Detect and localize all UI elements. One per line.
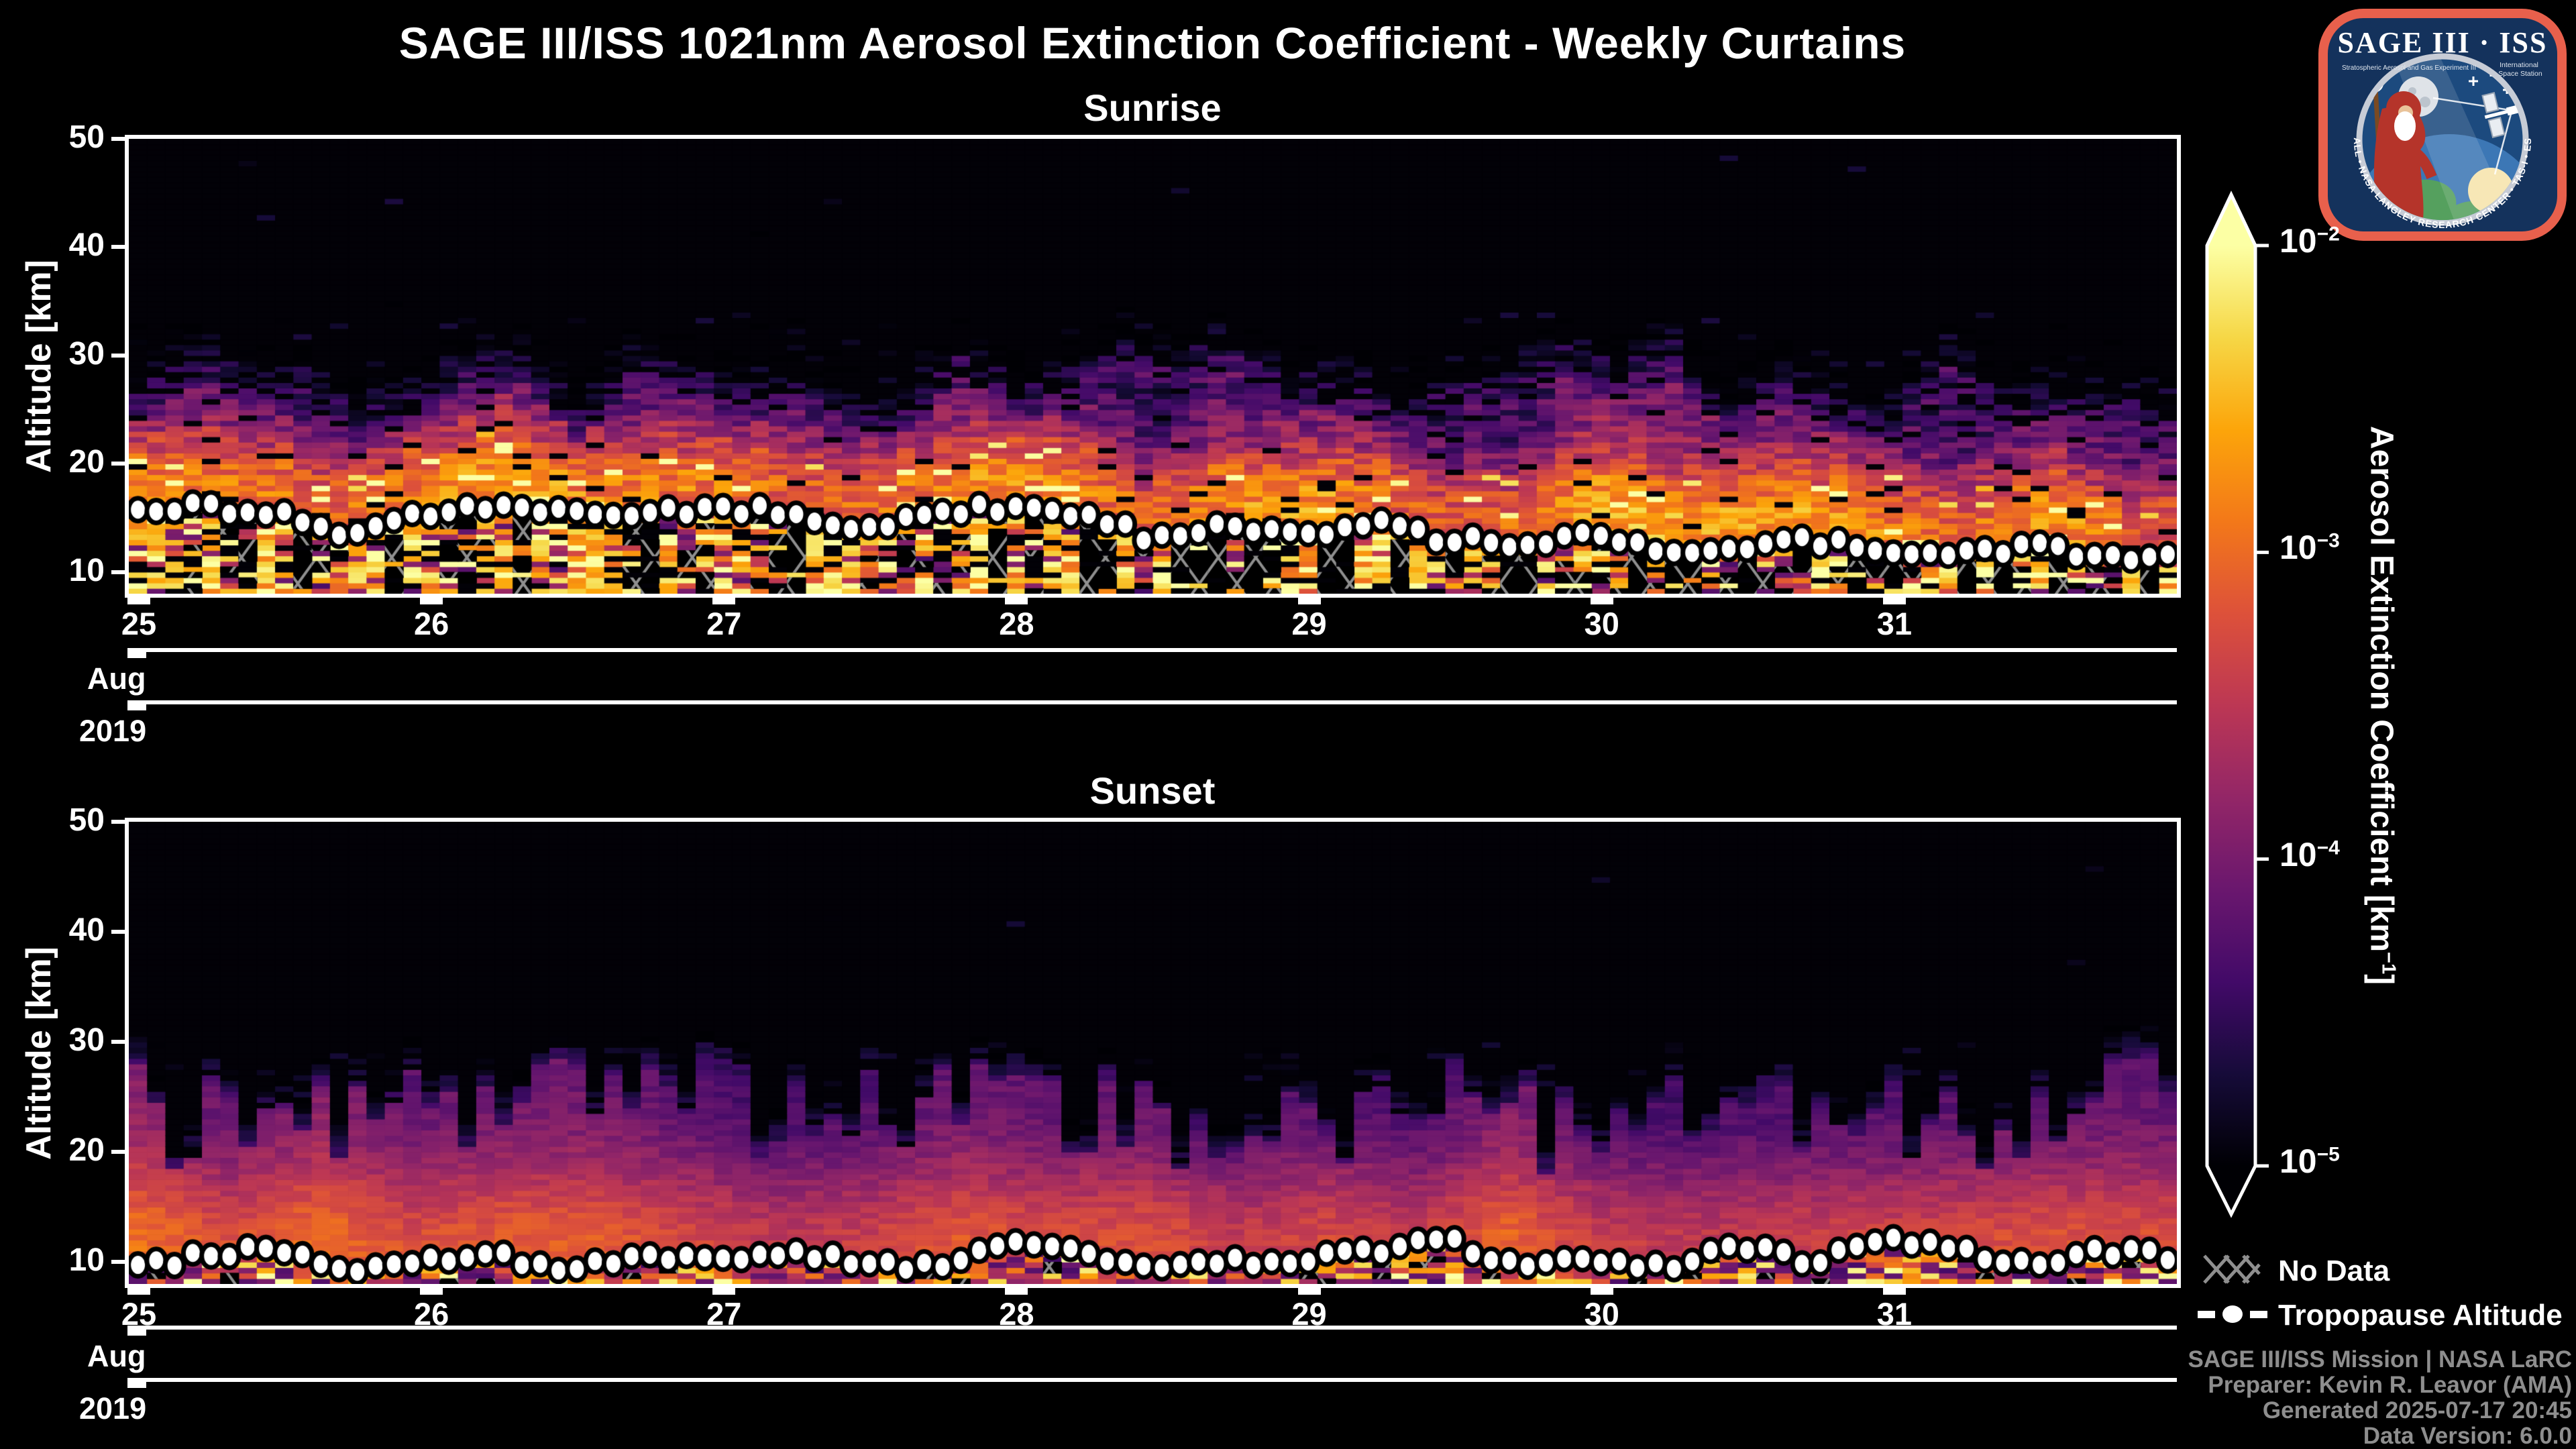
axis-tick-label: 50 xyxy=(68,802,105,838)
attribution-line: Preparer: Kevin R. Leavor (AMA) xyxy=(2208,1372,2572,1398)
legend-tropopause-label: Tropopause Altitude xyxy=(2278,1299,2563,1332)
axis-tick-mark xyxy=(1882,596,1906,604)
axis-tick-label: 31 xyxy=(1876,1296,1912,1332)
no-data-hatch-icon xyxy=(2203,1254,2261,1284)
axis-tick-mark xyxy=(1882,1286,1906,1295)
axis-tick-mark xyxy=(1590,596,1613,604)
year-axis-line-sunrise xyxy=(131,700,2177,704)
axis-tick-label: 40 xyxy=(68,227,105,264)
axis-tick-mark xyxy=(111,570,126,574)
attribution-line: SAGE III/ISS Mission | NASA LaRC xyxy=(2188,1346,2572,1373)
axis-tick-mark xyxy=(111,930,126,934)
month-axis-tick-sunrise xyxy=(127,648,146,658)
logo-subtitle-left: Stratospheric Aerosol and Gas Experiment… xyxy=(2342,64,2476,72)
colorbar-tick-label: 10−2 xyxy=(2279,222,2340,260)
attribution-line: Data Version: 6.0.0 xyxy=(2363,1423,2572,1449)
colorbar-tick-label: 10−3 xyxy=(2279,529,2340,567)
logo-title: SAGE III · ISS xyxy=(2338,26,2548,59)
axis-tick-mark xyxy=(111,245,126,250)
axis-tick-mark xyxy=(1297,596,1321,604)
axis-tick-mark xyxy=(127,1286,150,1295)
axis-tick-label: 20 xyxy=(68,444,105,480)
axis-tick-mark xyxy=(111,1260,126,1265)
axis-tick-label: 10 xyxy=(68,552,105,588)
panel-title-sunset: Sunset xyxy=(1089,769,1216,812)
attribution-line: Generated 2025-07-17 20:45 xyxy=(2262,1397,2572,1424)
axis-tick-mark xyxy=(111,1150,126,1155)
figure-root: SAGE III/ISS 1021nm Aerosol Extinction C… xyxy=(0,0,2576,1449)
axis-tick-mark xyxy=(420,596,443,604)
axis-tick-mark xyxy=(111,820,126,824)
tropopause-line-icon xyxy=(2198,1305,2267,1323)
colorbar-ticks xyxy=(2255,244,2269,1168)
axis-tick-label: 26 xyxy=(414,1296,449,1332)
axis-tick-mark xyxy=(111,137,126,141)
axis-tick-mark xyxy=(111,353,126,358)
axis-tick-label: 10 xyxy=(68,1242,105,1279)
logo-wizard-beard xyxy=(2394,111,2416,141)
axis-tick-mark xyxy=(1005,596,1028,604)
logo-subtitle-right2: Space Station xyxy=(2498,70,2542,78)
axis-tick-label: 30 xyxy=(1584,1296,1619,1332)
year-axis-tick-sunrise xyxy=(127,700,146,710)
axis-tick-label: 50 xyxy=(68,119,105,155)
colorbar-tick-label: 10−4 xyxy=(2279,835,2340,873)
axis-tick-mark xyxy=(1297,1286,1321,1295)
axis-tick-label: 26 xyxy=(414,606,449,641)
logo-subtitle-right1: International xyxy=(2500,61,2538,69)
axis-tick-mark xyxy=(127,596,150,604)
panel-title-sunrise: Sunrise xyxy=(1083,87,1222,129)
month-axis-line-sunrise xyxy=(131,648,2177,652)
month-label-sunset: Aug xyxy=(87,1339,146,1373)
colorbar-tick-label: 10−5 xyxy=(2279,1142,2340,1180)
axis-tick-label: 25 xyxy=(121,606,157,641)
axis-tick-label: 28 xyxy=(999,1296,1034,1332)
axis-tick-mark xyxy=(1005,1286,1028,1295)
axis-tick-mark xyxy=(111,462,126,466)
axis-tick-label: 31 xyxy=(1876,606,1912,641)
axis-tick-mark xyxy=(111,1040,126,1044)
year-axis-tick-sunset xyxy=(127,1378,146,1388)
axis-tick-mark xyxy=(1590,1286,1613,1295)
axis-tick-label: 30 xyxy=(68,335,105,372)
attribution-block: SAGE III/ISS Mission | NASA LaRC Prepare… xyxy=(1610,1347,2572,1449)
colorbar-gradient-arrow xyxy=(2205,191,2257,1218)
axis-tick-label: 29 xyxy=(1291,1296,1327,1332)
axis-tick-label: 29 xyxy=(1291,606,1327,641)
axis-tick-label: 27 xyxy=(706,606,742,641)
sunset-heatmap-canvas xyxy=(129,822,2177,1284)
year-label-sunrise: 2019 xyxy=(79,714,147,748)
page-title: SAGE III/ISS 1021nm Aerosol Extinction C… xyxy=(398,18,1907,68)
colorbar xyxy=(2205,191,2269,1218)
axis-tick-label: 30 xyxy=(1584,606,1619,641)
colorbar-axis-label: Aerosol Extinction Coefficient [km−1] xyxy=(2363,425,2400,985)
month-label-sunrise: Aug xyxy=(87,661,146,696)
axis-tick-label: 20 xyxy=(68,1132,105,1169)
axis-tick-mark xyxy=(420,1286,443,1295)
sunrise-heatmap-canvas xyxy=(129,139,2177,594)
legend-no-data-label: No Data xyxy=(2278,1254,2390,1287)
axis-tick-label: 25 xyxy=(121,1296,157,1332)
axis-tick-label: 27 xyxy=(706,1296,742,1332)
year-label-sunset: 2019 xyxy=(79,1391,147,1426)
axis-tick-mark xyxy=(712,1286,736,1295)
axis-tick-label: 40 xyxy=(68,912,105,949)
axis-tick-label: 30 xyxy=(68,1022,105,1059)
axis-tick-label: 28 xyxy=(999,606,1034,641)
sunset-plot-area xyxy=(125,818,2181,1288)
axis-tick-mark xyxy=(712,596,736,604)
sunrise-plot-area xyxy=(125,135,2181,598)
